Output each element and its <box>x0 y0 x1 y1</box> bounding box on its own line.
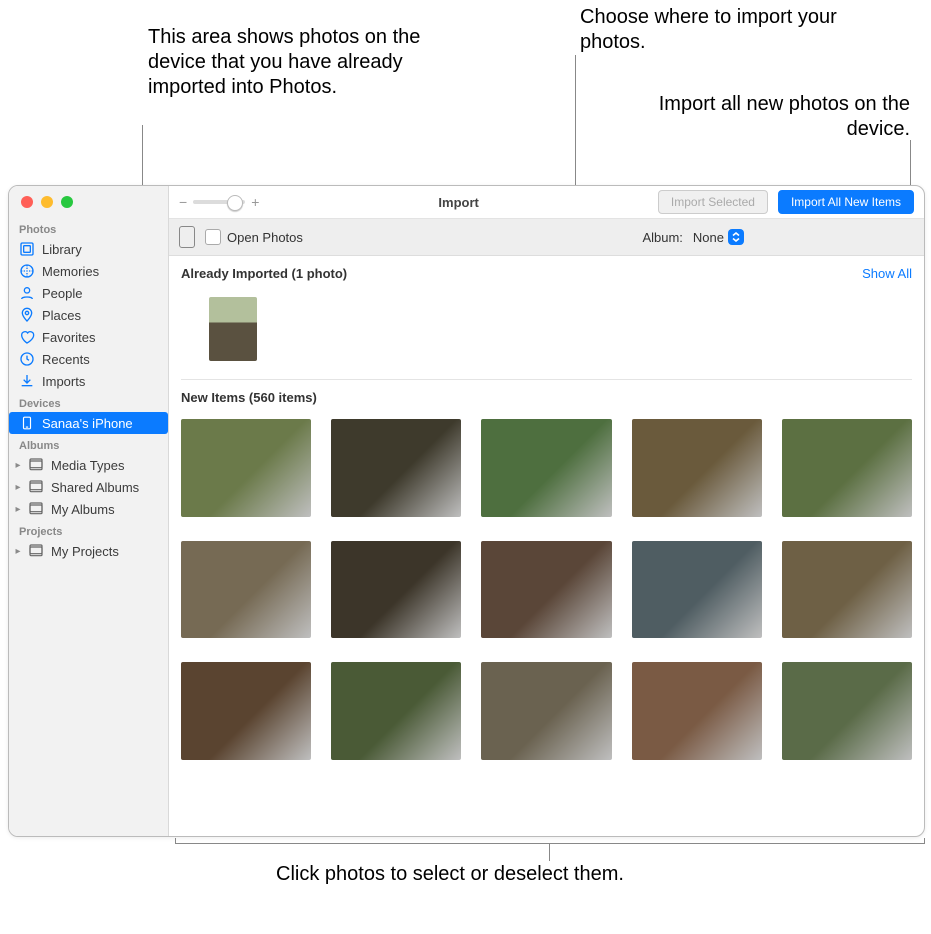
sidebar-item-label: Recents <box>42 352 90 367</box>
zoom-in-icon[interactable]: + <box>251 194 259 210</box>
sidebar: Photos Library Memories People <box>9 186 169 836</box>
photo-thumbnail[interactable] <box>181 541 311 639</box>
photo-thumbnail[interactable] <box>181 419 311 517</box>
sidebar-item-library[interactable]: Library <box>9 238 168 260</box>
photo-thumbnail[interactable] <box>782 541 912 639</box>
import-options-bar: Open Photos Album: None <box>169 219 924 256</box>
sidebar-header-projects: Projects <box>9 520 168 540</box>
sidebar-item-label: Favorites <box>42 330 95 345</box>
disclosure-icon: ▸ <box>13 482 23 493</box>
sidebar-item-label: Sanaa's iPhone <box>42 416 133 431</box>
callout-import-all: Import all new photos on the device. <box>640 92 910 142</box>
sidebar-item-favorites[interactable]: Favorites <box>9 326 168 348</box>
folder-icon <box>28 501 44 517</box>
main-content: − + Import Import Selected Import All Ne… <box>169 186 924 836</box>
toolbar: − + Import Import Selected Import All Ne… <box>169 186 924 219</box>
photo-thumbnail[interactable] <box>331 541 461 639</box>
minimize-window-icon[interactable] <box>41 196 53 208</box>
disclosure-icon: ▸ <box>13 460 23 471</box>
sidebar-header-devices: Devices <box>9 392 168 412</box>
sidebar-item-imports[interactable]: Imports <box>9 370 168 392</box>
close-window-icon[interactable] <box>21 196 33 208</box>
chevron-updown-icon <box>728 229 744 245</box>
open-photos-label: Open Photos <box>227 230 303 245</box>
sidebar-item-label: My Projects <box>51 544 119 559</box>
photo-thumbnail[interactable] <box>632 662 762 760</box>
disclosure-icon: ▸ <box>13 546 23 557</box>
sidebar-item-label: Imports <box>42 374 85 389</box>
window-controls <box>9 186 168 218</box>
album-select[interactable]: None <box>693 229 744 245</box>
open-photos-checkbox-row[interactable]: Open Photos <box>205 229 303 245</box>
sidebar-item-places[interactable]: Places <box>9 304 168 326</box>
sidebar-item-label: Library <box>42 242 82 257</box>
sidebar-item-my-projects[interactable]: ▸ My Projects <box>9 540 168 562</box>
album-label: Album: <box>642 230 682 245</box>
favorites-icon <box>19 329 35 345</box>
callout-select-deselect: Click photos to select or deselect them. <box>250 862 650 887</box>
folder-icon <box>28 457 44 473</box>
sidebar-item-label: Shared Albums <box>51 480 139 495</box>
photo-thumbnail[interactable] <box>481 541 611 639</box>
zoom-window-icon[interactable] <box>61 196 73 208</box>
photo-thumbnail[interactable] <box>209 297 257 361</box>
view-title: Import <box>269 195 648 210</box>
sidebar-item-label: People <box>42 286 82 301</box>
clock-icon <box>19 351 35 367</box>
open-photos-checkbox[interactable] <box>205 229 221 245</box>
photo-thumbnail[interactable] <box>782 419 912 517</box>
folder-icon <box>28 479 44 495</box>
sidebar-item-label: Places <box>42 308 81 323</box>
photo-thumbnail[interactable] <box>181 662 311 760</box>
people-icon <box>19 285 35 301</box>
callout-already-imported: This area shows photos on the device tha… <box>148 25 438 100</box>
already-imported-title: Already Imported (1 photo) <box>181 266 347 281</box>
photos-import-window: Photos Library Memories People <box>8 185 925 837</box>
thumbnail-size-slider[interactable] <box>193 200 245 204</box>
already-imported-row <box>181 287 912 380</box>
device-icon <box>179 226 195 248</box>
import-selected-button[interactable]: Import Selected <box>658 190 768 214</box>
album-select-value: None <box>693 230 724 245</box>
sidebar-header-albums: Albums <box>9 434 168 454</box>
photo-thumbnail[interactable] <box>331 662 461 760</box>
new-items-grid <box>181 411 912 770</box>
sidebar-header-photos: Photos <box>9 218 168 238</box>
photo-thumbnail[interactable] <box>782 662 912 760</box>
zoom-control: − + <box>179 194 259 210</box>
slider-thumb-icon[interactable] <box>227 195 243 211</box>
photo-thumbnail[interactable] <box>632 419 762 517</box>
already-imported-header: Already Imported (1 photo) Show All <box>181 256 912 287</box>
sidebar-item-recents[interactable]: Recents <box>9 348 168 370</box>
new-items-header: New Items (560 items) <box>181 380 912 411</box>
sidebar-item-label: Media Types <box>51 458 124 473</box>
sidebar-item-label: Memories <box>42 264 99 279</box>
sidebar-item-memories[interactable]: Memories <box>9 260 168 282</box>
zoom-out-icon[interactable]: − <box>179 194 187 210</box>
show-all-link[interactable]: Show All <box>862 266 912 281</box>
photo-thumbnail[interactable] <box>632 541 762 639</box>
photo-thumbnail[interactable] <box>481 419 611 517</box>
sidebar-item-people[interactable]: People <box>9 282 168 304</box>
places-icon <box>19 307 35 323</box>
import-content: Already Imported (1 photo) Show All New … <box>169 256 924 836</box>
library-icon <box>19 241 35 257</box>
sidebar-item-my-albums[interactable]: ▸ My Albums <box>9 498 168 520</box>
sidebar-item-device-sanaa-iphone[interactable]: Sanaa's iPhone <box>9 412 168 434</box>
photo-thumbnail[interactable] <box>481 662 611 760</box>
memories-icon <box>19 263 35 279</box>
import-all-new-button[interactable]: Import All New Items <box>778 190 914 214</box>
callout-choose-where: Choose where to import your photos. <box>580 5 870 55</box>
sidebar-item-media-types[interactable]: ▸ Media Types <box>9 454 168 476</box>
disclosure-icon: ▸ <box>13 504 23 515</box>
imports-icon <box>19 373 35 389</box>
sidebar-item-shared-albums[interactable]: ▸ Shared Albums <box>9 476 168 498</box>
new-items-title: New Items (560 items) <box>181 390 317 405</box>
sidebar-item-label: My Albums <box>51 502 115 517</box>
photo-thumbnail[interactable] <box>331 419 461 517</box>
folder-icon <box>28 543 44 559</box>
iphone-icon <box>19 415 35 431</box>
